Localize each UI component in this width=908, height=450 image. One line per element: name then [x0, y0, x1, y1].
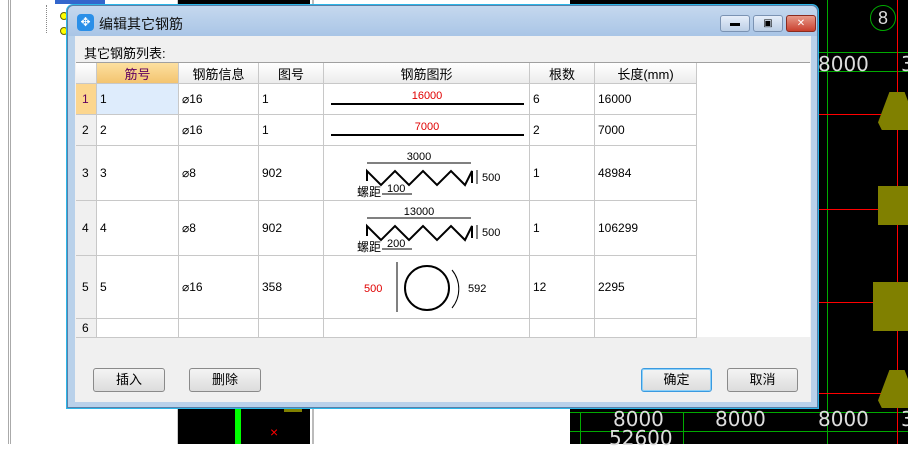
row-header[interactable]: 5: [76, 256, 97, 319]
spiral-length-label: 3000: [407, 151, 431, 163]
cell-shape[interactable]: 16000: [324, 84, 530, 115]
tree-line: [46, 5, 47, 33]
column-header-id[interactable]: 筋号: [97, 63, 179, 84]
cell-count[interactable]: 1: [530, 146, 595, 201]
row-header[interactable]: 2: [76, 115, 97, 146]
row-header[interactable]: 6: [76, 319, 97, 338]
ok-button[interactable]: 确定: [641, 368, 712, 392]
pitch-label: 螺距: [357, 240, 381, 254]
dialog-title: 编辑其它钢筋: [99, 16, 183, 32]
tree-item-selected[interactable]: [55, 0, 105, 4]
dim-text: 8000: [818, 407, 869, 431]
spiral-length-label: 13000: [404, 206, 435, 218]
cell-count[interactable]: 2: [530, 115, 595, 146]
minimize-icon: ▬: [730, 18, 740, 29]
axis-bubble: 8: [870, 5, 896, 31]
edit-other-rebar-dialog: ✥ 编辑其它钢筋 ▬ ▣ ✕ 其它钢筋列表: 筋号 钢筋信息 图号 钢筋图形 根…: [67, 5, 818, 408]
shape-length-label: 7000: [415, 121, 439, 133]
total-dim-text: 52600: [609, 426, 673, 450]
column-header-length[interactable]: 长度(mm): [595, 63, 697, 84]
close-icon: ✕: [796, 18, 806, 29]
title-bar[interactable]: ✥ 编辑其它钢筋 ▬ ▣ ✕: [68, 6, 817, 36]
table-corner[interactable]: [76, 63, 97, 84]
cell-info[interactable]: ⌀16: [179, 256, 259, 319]
dim-text: 30: [901, 52, 908, 76]
maximize-icon: ▣: [763, 18, 773, 29]
circle-arc-label: 592: [468, 283, 486, 295]
column-header-figure[interactable]: 图号: [259, 63, 324, 84]
cell-id[interactable]: 4: [97, 201, 179, 256]
cell-shape[interactable]: 3000 500 螺距 100: [324, 146, 530, 201]
dim-text: 8000: [715, 407, 766, 431]
delete-button[interactable]: 删除: [189, 368, 261, 392]
cell-length[interactable]: 2295: [595, 256, 697, 319]
cell-id[interactable]: 5: [97, 256, 179, 319]
dialog-body: 其它钢筋列表: 筋号 钢筋信息 图号 钢筋图形 根数 长度(mm) 1 1 ⌀16 1…: [75, 36, 811, 402]
insert-button[interactable]: 插入: [93, 368, 165, 392]
dim-text: 30: [901, 407, 908, 431]
cell-info[interactable]: ⌀8: [179, 146, 259, 201]
cell-fig[interactable]: 358: [259, 256, 324, 319]
cad-element: [284, 408, 302, 412]
cell-fig[interactable]: 902: [259, 146, 324, 201]
pitch-value: 100: [387, 183, 405, 195]
cell-length[interactable]: [595, 319, 697, 338]
cell-fig[interactable]: 902: [259, 201, 324, 256]
row-header[interactable]: 1: [76, 84, 97, 115]
dim-line: [580, 412, 581, 444]
pitch-value: 200: [387, 238, 405, 250]
rebar-table: 筋号 钢筋信息 图号 钢筋图形 根数 长度(mm) 1 1 ⌀16 1 16000 6 16…: [76, 62, 810, 338]
column-element[interactable]: [878, 92, 908, 130]
cell-fig[interactable]: [259, 319, 324, 338]
close-button[interactable]: ✕: [786, 15, 816, 32]
column-element[interactable]: [878, 186, 908, 225]
cell-length[interactable]: 16000: [595, 84, 697, 115]
dim-line: [683, 412, 684, 444]
row-header[interactable]: 4: [76, 201, 97, 256]
cell-id[interactable]: [97, 319, 179, 338]
pitch-label: 螺距: [357, 185, 381, 199]
list-label: 其它钢筋列表:: [84, 46, 166, 61]
column-header-shape[interactable]: 钢筋图形: [324, 63, 530, 84]
cell-fig[interactable]: 1: [259, 84, 324, 115]
cell-info[interactable]: ⌀16: [179, 84, 259, 115]
cell-info[interactable]: ⌀8: [179, 201, 259, 256]
cell-id[interactable]: 2: [97, 115, 179, 146]
app-icon: ✥: [77, 14, 94, 31]
cell-shape[interactable]: 7000: [324, 115, 530, 146]
cell-id[interactable]: 1: [97, 84, 179, 115]
column-element[interactable]: [873, 282, 908, 331]
circle-diameter-label: 500: [364, 283, 382, 295]
maximize-button[interactable]: ▣: [753, 15, 783, 32]
dim-text: 8000: [818, 52, 869, 76]
cad-cross-marker: ×: [270, 424, 279, 440]
cell-count[interactable]: [530, 319, 595, 338]
spiral-height-label: 500: [482, 172, 500, 184]
scrollbar[interactable]: [8, 0, 11, 444]
cell-shape[interactable]: 500 592: [324, 256, 530, 319]
cell-length[interactable]: 7000: [595, 115, 697, 146]
minimize-button[interactable]: ▬: [720, 15, 750, 32]
cell-length[interactable]: 48984: [595, 146, 697, 201]
cell-length[interactable]: 106299: [595, 201, 697, 256]
cell-info[interactable]: [179, 319, 259, 338]
shape-length-label: 16000: [412, 90, 443, 102]
column-header-count[interactable]: 根数: [530, 63, 595, 84]
cell-count[interactable]: 12: [530, 256, 595, 319]
column-header-info[interactable]: 钢筋信息: [179, 63, 259, 84]
cell-id[interactable]: 3: [97, 146, 179, 201]
cell-count[interactable]: 1: [530, 201, 595, 256]
row-header[interactable]: 3: [76, 146, 97, 201]
cell-fig[interactable]: 1: [259, 115, 324, 146]
cell-info[interactable]: ⌀16: [179, 115, 259, 146]
cell-shape[interactable]: [324, 319, 530, 338]
spiral-height-label: 500: [482, 227, 500, 239]
cell-count[interactable]: 6: [530, 84, 595, 115]
cad-element: [235, 408, 241, 444]
cell-shape[interactable]: 13000 500 螺距 200: [324, 201, 530, 256]
column-element[interactable]: [878, 370, 908, 408]
cancel-button[interactable]: 取消: [727, 368, 798, 392]
